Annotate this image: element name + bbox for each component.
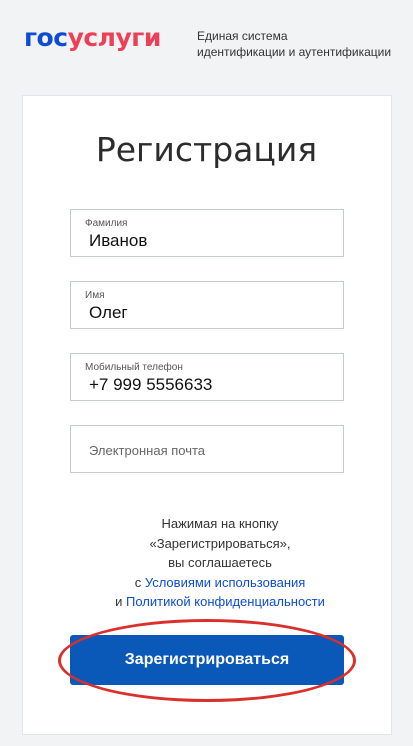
- privacy-link[interactable]: Политикой конфиденциальности: [126, 594, 325, 609]
- tagline-line-2: идентификации и аутентификации: [197, 45, 392, 59]
- lastname-value: Иванов: [89, 231, 148, 250]
- email-placeholder: Электронная почта: [89, 443, 206, 458]
- consent-line-5-prefix: и: [115, 594, 126, 609]
- consent-line-4-prefix: с: [134, 574, 145, 590]
- header: госуслуги Единая система идентификации и…: [0, 0, 413, 90]
- firstname-field[interactable]: Имя Олег: [70, 281, 344, 329]
- consent-line-4: с Условиями использования: [60, 573, 380, 593]
- tagline-line-1: Единая система: [197, 29, 288, 43]
- logo-tagline: Единая система идентификации и аутентифи…: [197, 28, 391, 60]
- terms-link[interactable]: Условиями использования: [145, 575, 306, 590]
- consent-line-3: вы соглашаетесь: [168, 555, 272, 570]
- consent-text: Нажимая на кнопку «Зарегистрироваться», …: [60, 514, 380, 612]
- consent-line-5: и Политикой конфиденциальности: [60, 592, 380, 612]
- phone-value: +7 999 5556633: [89, 375, 213, 394]
- page-title: Регистрация: [95, 130, 318, 169]
- gosuslugi-logo[interactable]: госуслуги: [24, 21, 161, 55]
- email-field[interactable]: Электронная почта: [70, 425, 344, 473]
- firstname-value: Олег: [89, 303, 128, 322]
- lastname-field[interactable]: Фамилия Иванов: [70, 209, 344, 257]
- consent-line-1: Нажимая на кнопку: [161, 516, 279, 531]
- firstname-label: Имя: [85, 290, 105, 301]
- highlight-ellipse: [58, 619, 356, 702]
- phone-field[interactable]: Мобильный телефон +7 999 5556633: [70, 353, 344, 401]
- logo-part-gos: гос: [24, 23, 68, 52]
- lastname-label: Фамилия: [85, 218, 128, 229]
- consent-line-2: «Зарегистрироваться»,: [149, 535, 291, 551]
- phone-label: Мобильный телефон: [85, 362, 183, 373]
- logo-part-uslugi: услуги: [67, 23, 162, 52]
